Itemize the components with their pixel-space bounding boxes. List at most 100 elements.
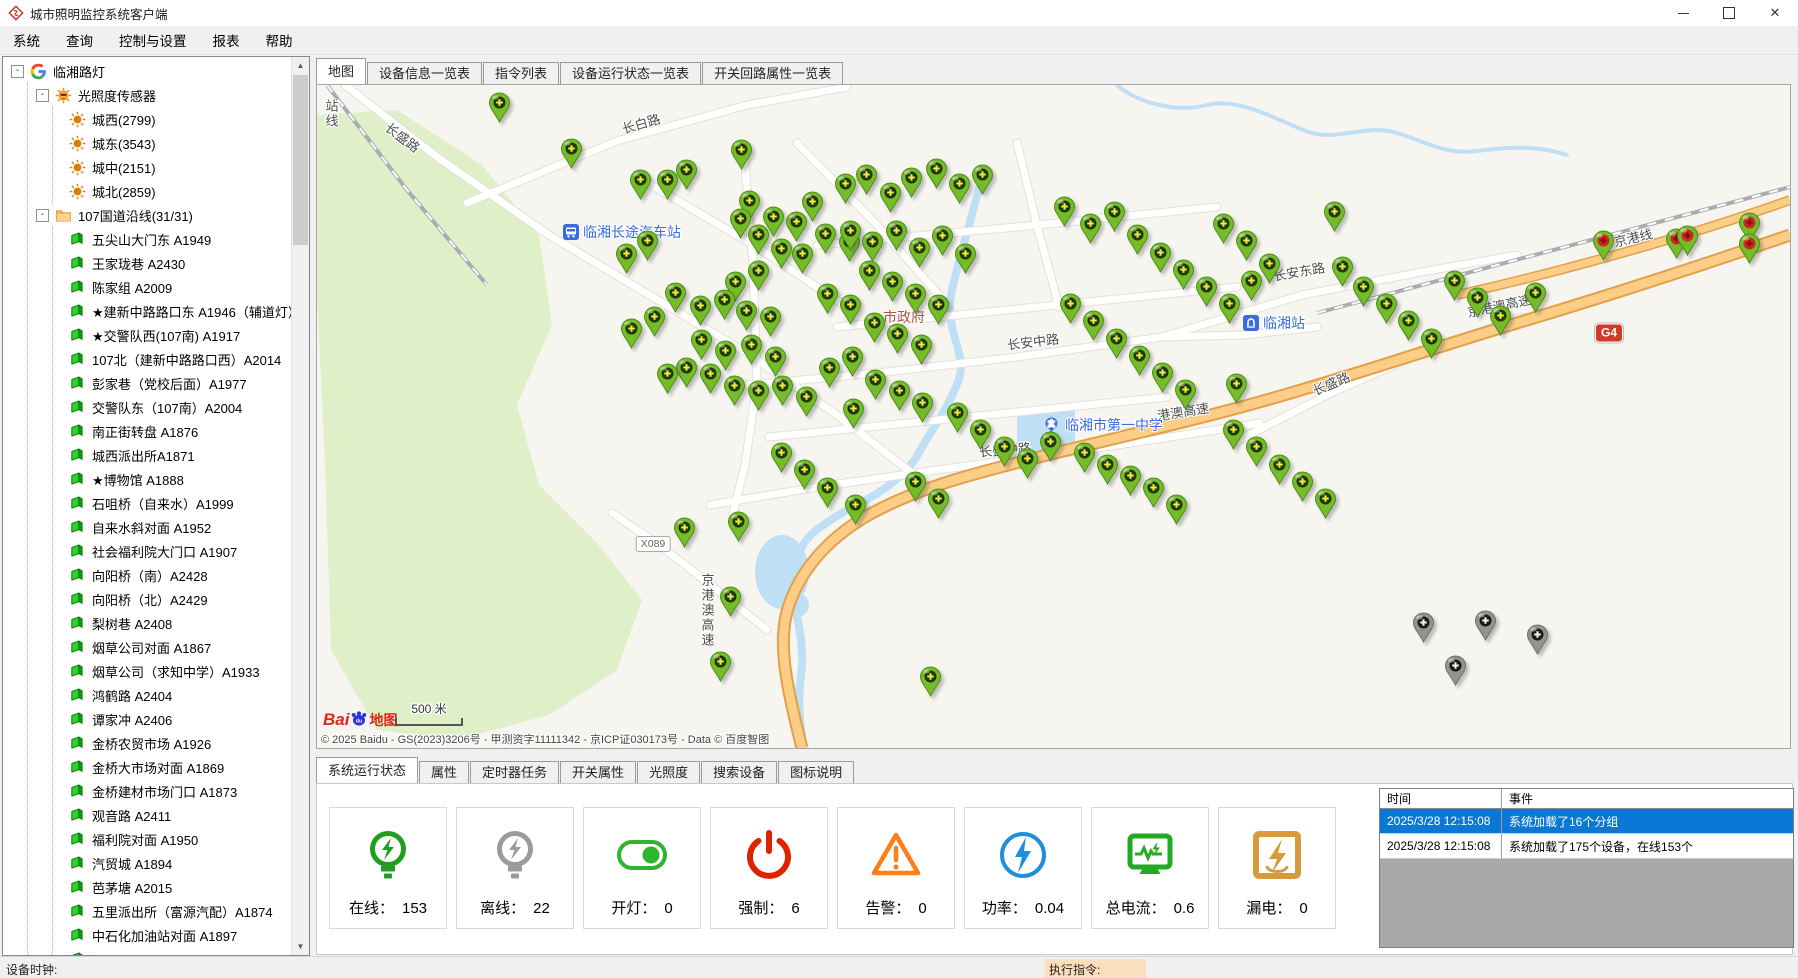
device-pin-green[interactable] bbox=[864, 369, 887, 400]
tree-device-item[interactable]: 向阳桥（南）A2428 bbox=[53, 563, 292, 587]
panel-tab-4[interactable]: 光照度 bbox=[637, 761, 700, 783]
device-pin-green[interactable] bbox=[615, 243, 638, 274]
device-pin-green[interactable] bbox=[1218, 293, 1241, 324]
device-pin-green[interactable] bbox=[858, 260, 881, 291]
device-pin-gray[interactable] bbox=[1474, 610, 1497, 641]
device-pin-green[interactable] bbox=[816, 477, 839, 508]
tree-device-item[interactable] bbox=[53, 947, 292, 955]
tree-device-item[interactable]: 城北(2859) bbox=[53, 179, 292, 203]
device-pin-green[interactable] bbox=[879, 182, 902, 213]
tree-scrollbar[interactable]: ▲ ▼ bbox=[291, 57, 309, 955]
device-pin-green[interactable] bbox=[839, 220, 862, 251]
device-pin-green[interactable] bbox=[1142, 477, 1165, 508]
device-pin-green[interactable] bbox=[834, 173, 857, 204]
panel-tab-1[interactable]: 属性 bbox=[419, 761, 469, 783]
scroll-down-icon[interactable]: ▼ bbox=[292, 938, 309, 955]
panel-tab-5[interactable]: 搜索设备 bbox=[701, 761, 777, 783]
device-pin-green[interactable] bbox=[699, 363, 722, 394]
device-pin-green[interactable] bbox=[690, 329, 713, 360]
device-pin-green[interactable] bbox=[689, 295, 712, 326]
device-pin-green[interactable] bbox=[643, 306, 666, 337]
tree-device-item[interactable]: 城东(3543) bbox=[53, 131, 292, 155]
menu-item-2[interactable]: 控制与设置 bbox=[106, 26, 200, 54]
device-pin-green[interactable] bbox=[900, 167, 923, 198]
device-pin-green[interactable] bbox=[560, 138, 583, 169]
map-tab-2[interactable]: 指令列表 bbox=[483, 62, 559, 84]
tree-device-item[interactable]: 交警队东（107南）A2004 bbox=[53, 395, 292, 419]
device-pin-green[interactable] bbox=[971, 164, 994, 195]
device-pin-green[interactable] bbox=[908, 237, 931, 268]
scroll-up-icon[interactable]: ▲ bbox=[292, 57, 309, 74]
tree-device-item[interactable]: 烟草公司（求知中学）A1933 bbox=[53, 659, 292, 683]
device-pin-green[interactable] bbox=[764, 346, 787, 377]
device-pin-green[interactable] bbox=[1323, 201, 1346, 232]
device-pin-green[interactable] bbox=[1225, 373, 1248, 404]
device-pin-green[interactable] bbox=[740, 334, 763, 365]
device-pin-green[interactable] bbox=[904, 283, 927, 314]
device-pin-green[interactable] bbox=[1195, 276, 1218, 307]
map-tab-0[interactable]: 地图 bbox=[316, 58, 366, 84]
device-pin-green[interactable] bbox=[1119, 465, 1142, 496]
tree-device-item[interactable]: 谭家冲 A2406 bbox=[53, 707, 292, 731]
device-pin-green[interactable] bbox=[759, 306, 782, 337]
device-pin-green[interactable] bbox=[1375, 293, 1398, 324]
device-pin-red[interactable] bbox=[1676, 225, 1699, 256]
device-pin-green[interactable] bbox=[629, 169, 652, 200]
device-pin-green[interactable] bbox=[904, 471, 927, 502]
tree-device-item[interactable]: ★建新中路路口东 A1946（辅道灯） bbox=[53, 299, 292, 323]
device-pin-green[interactable] bbox=[735, 300, 758, 331]
device-pin-green[interactable] bbox=[1053, 196, 1076, 227]
device-pin-green[interactable] bbox=[1082, 310, 1105, 341]
map-tab-1[interactable]: 设备信息一览表 bbox=[367, 62, 482, 84]
tree-device-item[interactable]: 芭茅塘 A2015 bbox=[53, 875, 292, 899]
device-pin-green[interactable] bbox=[1151, 362, 1174, 393]
device-pin-green[interactable] bbox=[948, 173, 971, 204]
tree-device-item[interactable]: ★交警队西(107南) A1917 bbox=[53, 323, 292, 347]
device-pin-green[interactable] bbox=[1016, 448, 1039, 479]
device-pin-green[interactable] bbox=[1149, 242, 1172, 273]
device-pin-green[interactable] bbox=[814, 223, 837, 254]
panel-tab-0[interactable]: 系统运行状态 bbox=[316, 757, 418, 783]
device-pin-green[interactable] bbox=[620, 318, 643, 349]
menu-item-4[interactable]: 帮助 bbox=[253, 26, 306, 54]
device-pin-green[interactable] bbox=[969, 419, 992, 450]
tree-device-item[interactable]: 汽贸城 A1894 bbox=[53, 851, 292, 875]
device-pin-green[interactable] bbox=[844, 494, 867, 525]
device-pin-green[interactable] bbox=[1466, 287, 1489, 318]
close-button[interactable]: ✕ bbox=[1752, 0, 1798, 26]
device-pin-green[interactable] bbox=[927, 294, 950, 325]
device-pin-green[interactable] bbox=[727, 511, 750, 542]
device-pin-green[interactable] bbox=[919, 666, 942, 697]
panel-tab-6[interactable]: 图标说明 bbox=[778, 761, 854, 783]
device-pin-green[interactable] bbox=[719, 586, 742, 617]
device-pin-green[interactable] bbox=[993, 436, 1016, 467]
tree-device-item[interactable]: 金桥大市场对面 A1869 bbox=[53, 755, 292, 779]
tree-device-item[interactable]: 城西(2799) bbox=[53, 107, 292, 131]
device-pin-green[interactable] bbox=[793, 459, 816, 490]
tree-device-item[interactable]: 107北（建新中路路口西）A2014 bbox=[53, 347, 292, 371]
device-pin-green[interactable] bbox=[1235, 230, 1258, 261]
device-pin-green[interactable] bbox=[816, 283, 839, 314]
device-pin-green[interactable] bbox=[881, 271, 904, 302]
device-pin-green[interactable] bbox=[1096, 454, 1119, 485]
device-pin-green[interactable] bbox=[1314, 488, 1337, 519]
device-pin-green[interactable] bbox=[910, 334, 933, 365]
tree-device-item[interactable]: 王家珑巷 A2430 bbox=[53, 251, 292, 275]
tree-group-item-1[interactable]: -107国道沿线(31/31) bbox=[28, 203, 292, 227]
device-pin-green[interactable] bbox=[863, 312, 886, 343]
tree-device-item[interactable]: 五尖山大门东 A1949 bbox=[53, 227, 292, 251]
device-pin-green[interactable] bbox=[1174, 379, 1197, 410]
device-pin-green[interactable] bbox=[886, 323, 909, 354]
device-pin-green[interactable] bbox=[747, 260, 770, 291]
device-pin-green[interactable] bbox=[770, 238, 793, 269]
device-pin-green[interactable] bbox=[713, 289, 736, 320]
device-pin-green[interactable] bbox=[1420, 328, 1443, 359]
device-pin-green[interactable] bbox=[954, 243, 977, 274]
minimize-button[interactable] bbox=[1660, 0, 1706, 26]
device-pin-green[interactable] bbox=[911, 392, 934, 423]
collapse-toggle-icon[interactable]: - bbox=[11, 65, 24, 78]
device-pin-green[interactable] bbox=[675, 159, 698, 190]
tree-device-item[interactable]: ★博物馆 A1888 bbox=[53, 467, 292, 491]
device-pin-green[interactable] bbox=[771, 375, 794, 406]
device-pin-green[interactable] bbox=[664, 282, 687, 313]
